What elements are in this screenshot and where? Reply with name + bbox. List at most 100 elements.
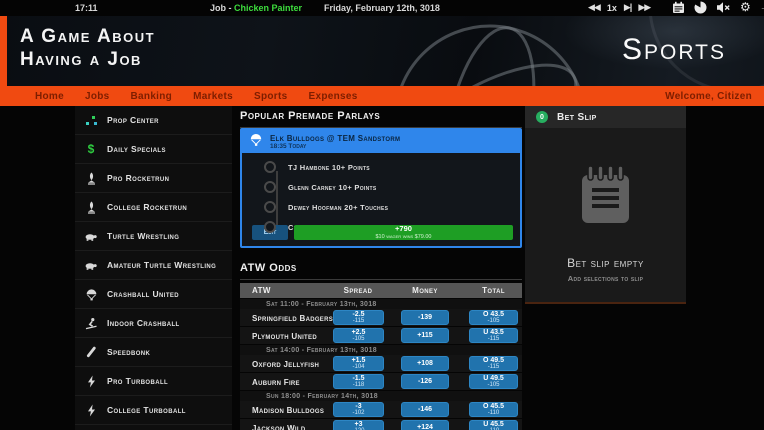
parlay-leg: Glenn Carney 10+ Points xyxy=(256,177,388,197)
spread-odds-button[interactable]: +3-120 xyxy=(333,420,384,430)
nav-jobs[interactable]: Jobs xyxy=(85,91,110,102)
leg-radio[interactable] xyxy=(264,161,276,173)
table-row-springfield-badgers: Springfield Badgers -2.5-115 -139 O 43.5… xyxy=(240,309,522,326)
bet-slip-empty-hint: Add selections to slip xyxy=(525,274,686,283)
parlay-matchup: Elk Bulldogs @ TEM Sandstorm xyxy=(270,134,400,143)
sidebar-item-indoor-crashball[interactable]: Indoor Crashball xyxy=(75,309,232,338)
lightning-icon xyxy=(84,374,98,388)
total-odds-button[interactable]: O 45.5-110 xyxy=(469,402,518,417)
money-odds-button[interactable]: -146 xyxy=(401,402,449,417)
game-title: A Game About Having a Job xyxy=(20,25,155,71)
rewind-button[interactable]: ◀◀ xyxy=(588,2,600,13)
site-title: Sports xyxy=(622,33,726,67)
skier-icon xyxy=(84,316,98,330)
spread-odds-button[interactable]: -1.5-118 xyxy=(333,374,384,389)
top-status-bar: 17:11 Job - Chicken Painter Friday, Febr… xyxy=(0,0,764,16)
parlay-start-time: 18:35 Today xyxy=(270,143,400,150)
bet-slip-panel: Bet slip empty Add selections to slip xyxy=(525,128,686,304)
sports-sidebar: Prop Center $ Daily Specials Pro Rocketr… xyxy=(75,106,232,430)
lightning-icon xyxy=(84,403,98,417)
spread-odds-button[interactable]: -3-102 xyxy=(333,402,384,417)
premade-parlay-card: Elk Bulldogs @ TEM Sandstorm 18:35 Today… xyxy=(240,128,522,248)
sidebar-item-prop-center[interactable]: Prop Center xyxy=(75,106,232,135)
nav-home[interactable]: Home xyxy=(35,91,64,102)
sidebar-item-college-rocketrun[interactable]: College Rocketrun xyxy=(75,193,232,222)
game-screen: 17:11 Job - Chicken Painter Friday, Febr… xyxy=(0,0,764,430)
parlays-heading: Popular Premade Parlays xyxy=(240,110,522,128)
spread-odds-button[interactable]: -2.5-115 xyxy=(333,310,384,325)
money-odds-button[interactable]: +108 xyxy=(401,356,449,371)
fast-forward-button[interactable]: ▶▶ xyxy=(638,2,650,13)
parlay-card-header[interactable]: Elk Bulldogs @ TEM Sandstorm 18:35 Today xyxy=(242,130,520,153)
money-odds-button[interactable]: +115 xyxy=(401,328,449,343)
table-row-jackson-wild: Jackson Wild +3-120 +124 U 45.5-110 xyxy=(240,419,522,430)
nav-links: Home Jobs Banking Markets Sports Expense… xyxy=(35,91,358,102)
bet-slip-header[interactable]: 0 Bet Slip xyxy=(525,106,686,128)
leg-radio[interactable] xyxy=(264,221,276,233)
parlay-leg: TJ Hambone 10+ Points xyxy=(256,157,388,177)
money-odds-button[interactable]: +124 xyxy=(401,420,449,430)
props-icon xyxy=(84,113,98,127)
total-odds-button[interactable]: O 49.5-115 xyxy=(469,356,518,371)
money-odds-button[interactable]: -126 xyxy=(401,374,449,389)
leg-radio[interactable] xyxy=(264,181,276,193)
sidebar-item-college-turboball[interactable]: College Turboball xyxy=(75,396,232,425)
welcome-message: Welcome, Citizen xyxy=(665,91,752,102)
main-content: Popular Premade Parlays Elk Bulldogs @ T… xyxy=(240,106,522,430)
nav-sports[interactable]: Sports xyxy=(254,91,287,102)
rocket-icon xyxy=(84,171,98,185)
exit-icon[interactable]: →] xyxy=(760,2,764,13)
total-odds-button[interactable]: U 45.5-110 xyxy=(469,420,518,430)
add-parlay-button[interactable]: +790 $10 wager wins $79.00 xyxy=(294,225,513,240)
sidebar-item-turtle-wrestling[interactable]: Turtle Wrestling xyxy=(75,222,232,251)
column-spread: Spread xyxy=(332,286,384,295)
sidebar-item-amateur-turtle-wrestling[interactable]: Amateur Turtle Wrestling xyxy=(75,251,232,280)
bat-icon xyxy=(84,345,98,359)
dollar-icon: $ xyxy=(84,142,98,156)
leg-radio[interactable] xyxy=(264,201,276,213)
parlay-odds: +790 xyxy=(395,225,412,234)
parlay-leg: Dewey Hoofman 20+ Touches xyxy=(256,197,388,217)
table-row-oxford-jellyfish: Oxford Jellyfish +1.5-104 +108 O 49.5-11… xyxy=(240,355,522,372)
sidebar-item-pro-rocketrun[interactable]: Pro Rocketrun xyxy=(75,164,232,193)
money-odds-button[interactable]: -139 xyxy=(401,310,449,325)
parlay-payout-note: $10 wager wins $79.00 xyxy=(376,234,432,240)
sidebar-item-crashball-united[interactable]: Crashball United xyxy=(75,280,232,309)
parachute-icon xyxy=(84,287,98,301)
play-pause-button[interactable]: ▶| xyxy=(624,2,631,13)
banner-accent-bar xyxy=(0,16,7,86)
spread-odds-button[interactable]: +1.5-104 xyxy=(333,356,384,371)
table-row-madison-bulldogs: Madison Bulldogs -3-102 -146 O 45.5-110 xyxy=(240,401,522,418)
game-date-row: Sat 14:00 - February 13th, 3018 xyxy=(240,345,522,355)
bet-slip-empty-message: Bet slip empty xyxy=(525,256,686,270)
table-row-auburn-fire: Auburn Fire -1.5-118 -126 U 49.5-105 xyxy=(240,373,522,390)
game-date-row: Sun 18:00 - February 14th, 3018 xyxy=(240,391,522,401)
total-odds-button[interactable]: U 43.5-115 xyxy=(469,328,518,343)
turtle-icon xyxy=(84,229,98,243)
spread-odds-button[interactable]: +2.5-105 xyxy=(333,328,384,343)
sidebar-item-partial[interactable] xyxy=(75,425,232,430)
odds-heading: ATW Odds xyxy=(240,262,522,280)
nav-banking[interactable]: Banking xyxy=(131,91,173,102)
calendar-icon[interactable] xyxy=(672,1,685,14)
speed-indicator[interactable]: 1x xyxy=(607,3,617,13)
notepad-icon xyxy=(582,166,629,228)
bet-slip-count-badge: 0 xyxy=(536,111,548,123)
sidebar-item-speedbonk[interactable]: Speedbonk xyxy=(75,338,232,367)
total-odds-button[interactable]: O 43.5-105 xyxy=(469,310,518,325)
turtle-icon xyxy=(84,258,98,272)
primary-nav: Home Jobs Banking Markets Sports Expense… xyxy=(0,86,764,106)
nav-expenses[interactable]: Expenses xyxy=(308,91,357,102)
sound-muted-icon[interactable] xyxy=(716,1,731,14)
total-odds-button[interactable]: U 49.5-105 xyxy=(469,374,518,389)
sidebar-item-pro-turboball[interactable]: Pro Turboball xyxy=(75,367,232,396)
sidebar-item-daily-specials[interactable]: $ Daily Specials xyxy=(75,135,232,164)
parachute-icon xyxy=(249,132,263,152)
nav-markets[interactable]: Markets xyxy=(193,91,233,102)
settings-gear-icon[interactable]: ⚙ xyxy=(740,1,751,14)
pie-chart-icon[interactable] xyxy=(694,1,707,14)
parlay-actions: Edit +790 $10 wager wins $79.00 xyxy=(252,225,513,240)
table-row-plymouth-united: Plymouth United +2.5-105 +115 U 43.5-115 xyxy=(240,327,522,344)
column-total: Total xyxy=(469,286,518,295)
game-date-row: Sat 11:00 - February 13th, 3018 xyxy=(240,299,522,309)
